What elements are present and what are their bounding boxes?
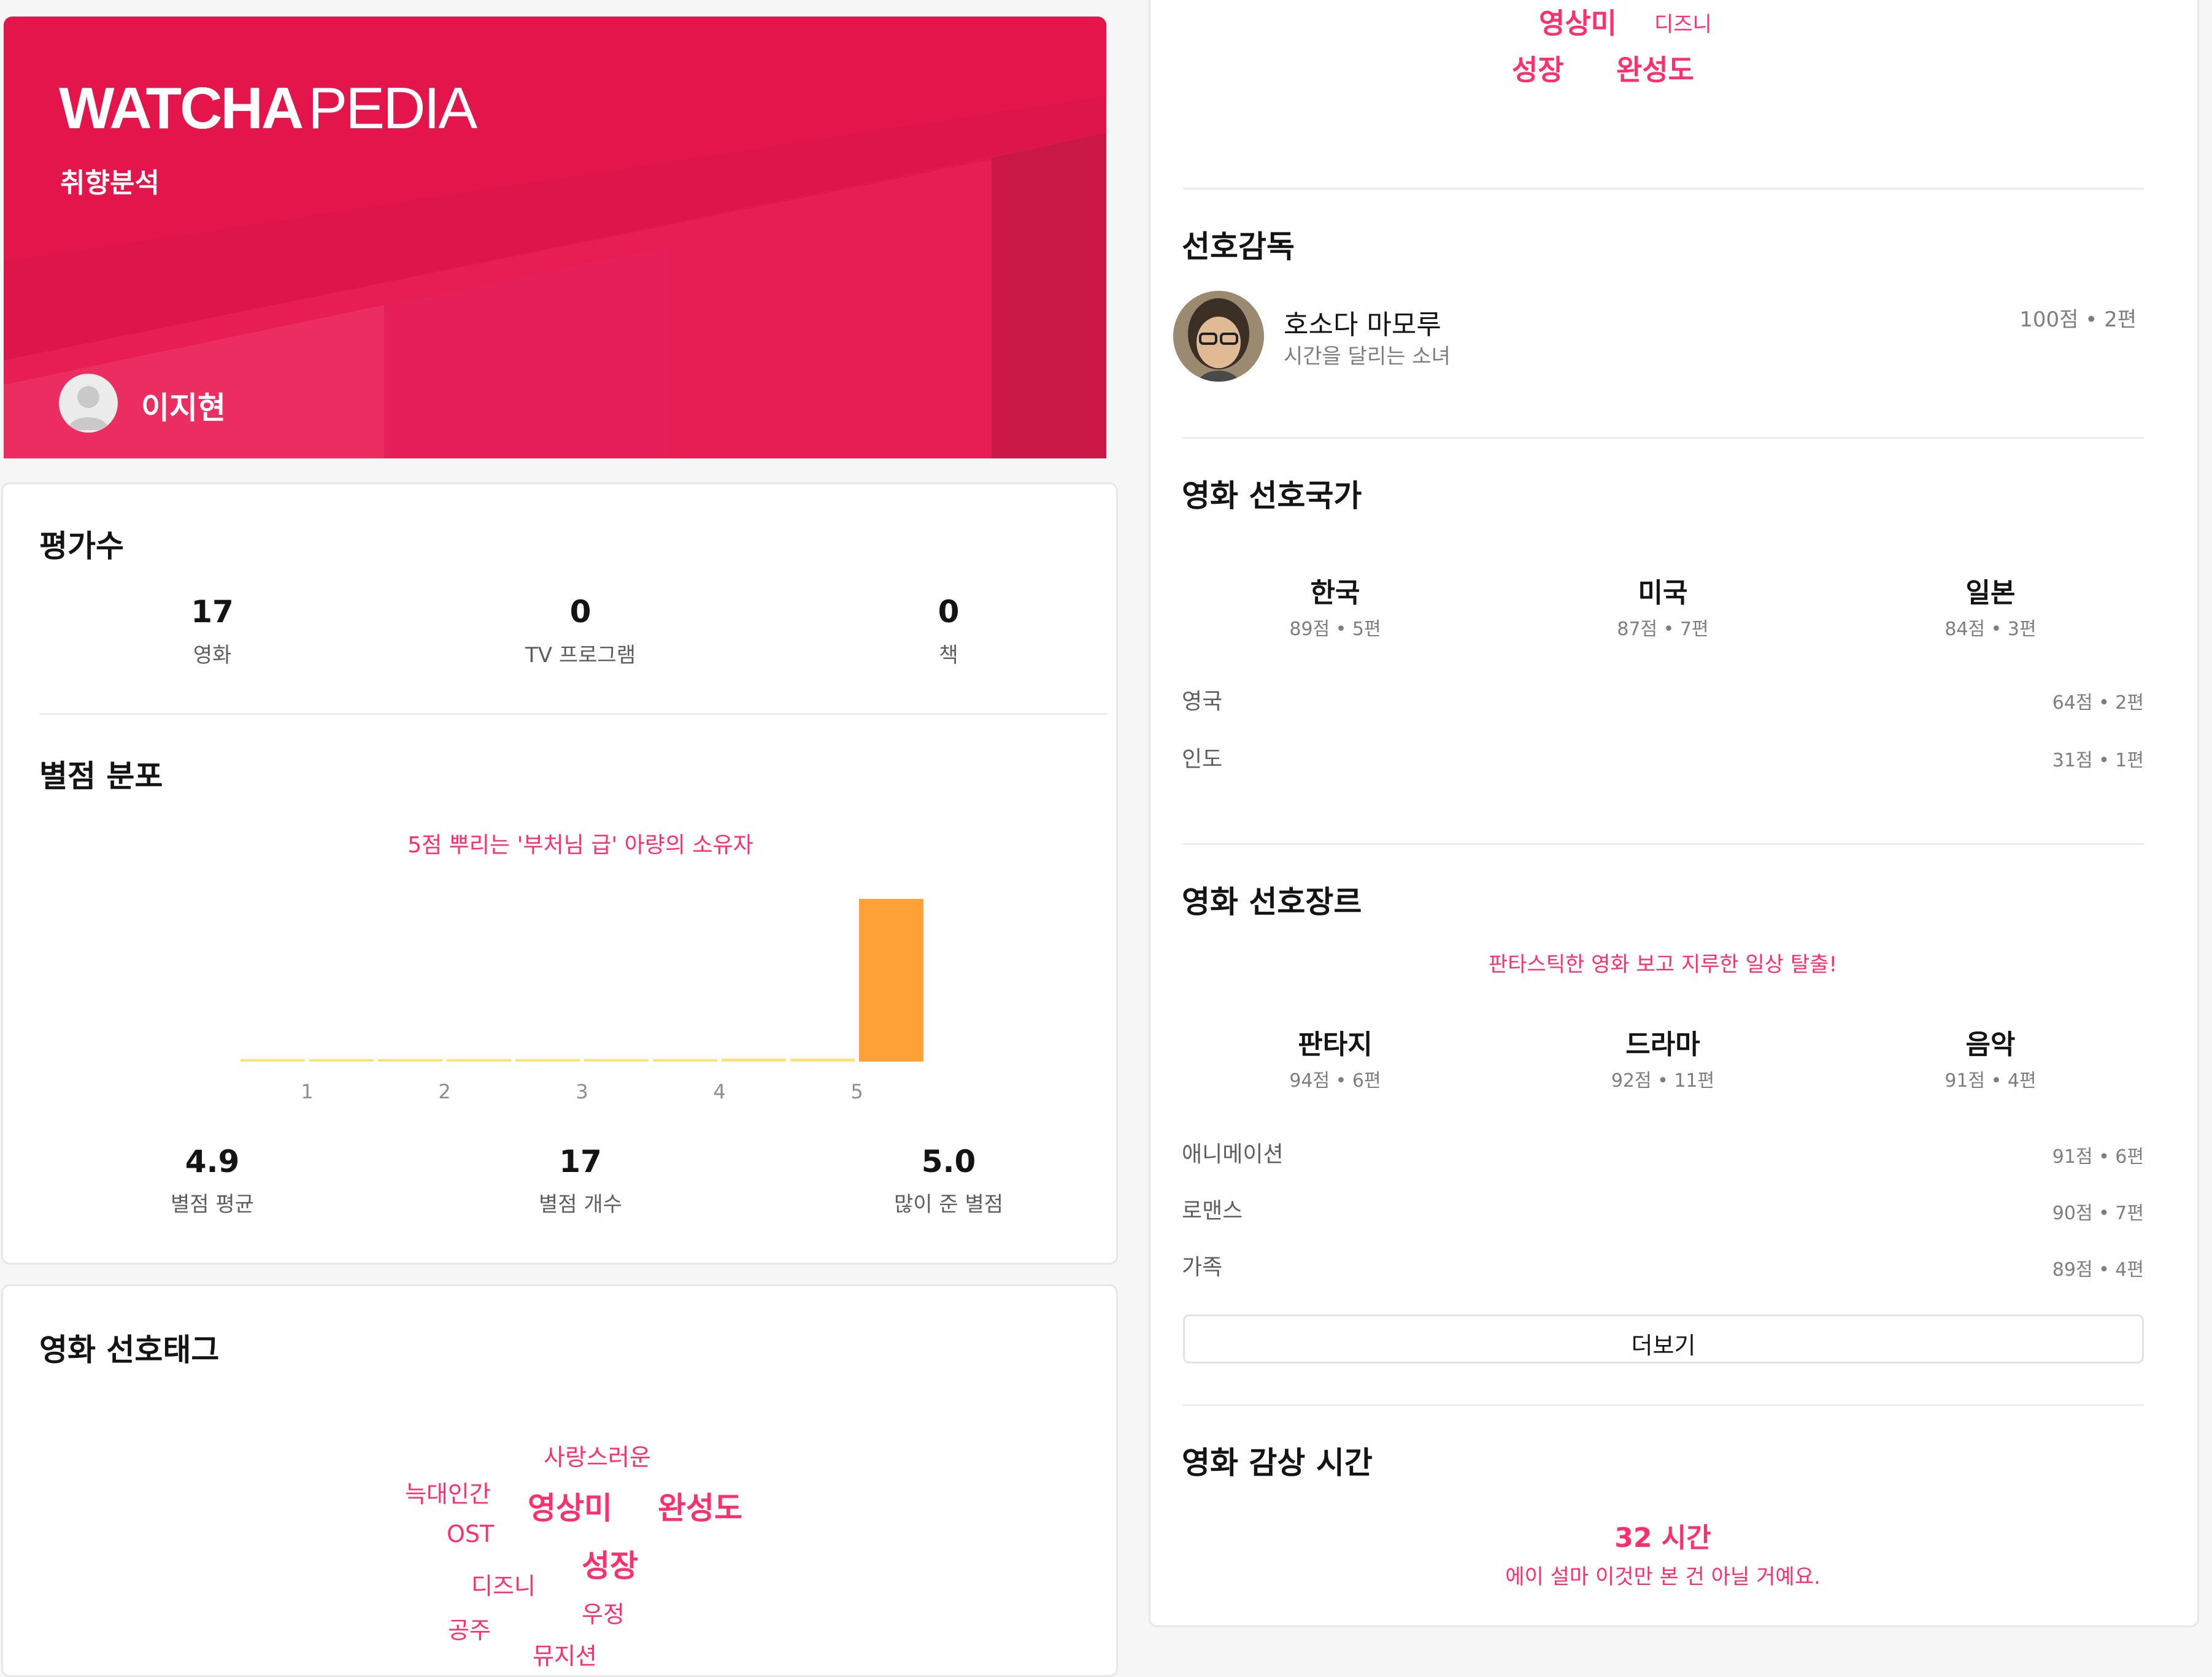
genre-top-stat: 91점 • 4편	[1944, 1070, 2037, 1092]
rating-count-movie-label: 영화	[193, 643, 232, 668]
country-top-name[interactable]: 한국	[1212, 571, 1458, 610]
chart-bar-4.5	[790, 1058, 855, 1062]
genre-top-name[interactable]: 판타지	[1212, 1022, 1458, 1062]
detail-card	[1149, 0, 2199, 1627]
tag-item[interactable]: 성장	[1512, 48, 1564, 88]
genre-top-name[interactable]: 드라마	[1540, 1022, 1786, 1062]
star-average-label: 별점 평균	[171, 1192, 254, 1217]
countries-title: 영화 선호국가	[1182, 478, 1362, 514]
tag-item[interactable]: 공주	[448, 1611, 491, 1645]
country-top-stat: 87점 • 7편	[1617, 619, 1709, 640]
divider	[1183, 437, 2144, 439]
chart-bar-4	[722, 1058, 786, 1062]
divider	[1183, 1404, 2144, 1406]
divider	[1183, 188, 2144, 190]
chart-bar-2.5	[515, 1059, 580, 1062]
page-subtitle: 취향분석	[60, 168, 160, 199]
tags-title: 영화 선호태그	[39, 1332, 220, 1368]
genre-top-stat: 92점 • 11편	[1611, 1070, 1715, 1092]
star-average-value: 4.9	[185, 1144, 240, 1179]
chart-tick-label: 5	[850, 1080, 863, 1103]
header-banner: WATCHA PEDIA 취향분석 이지현	[4, 17, 1106, 458]
tag-item[interactable]: 디즈니	[1654, 7, 1712, 37]
chart-bar-3.5	[653, 1059, 717, 1062]
tag-item[interactable]: 디즈니	[471, 1567, 536, 1601]
genre-row-stat: 90점 • 7편	[2052, 1203, 2144, 1224]
tag-item[interactable]: 영상미	[528, 1484, 612, 1528]
tag-item[interactable]: 완성도	[1616, 48, 1694, 88]
tag-item[interactable]: 완성도	[658, 1484, 742, 1528]
genre-row-stat: 91점 • 6편	[2052, 1146, 2144, 1168]
user-avatar-icon[interactable]	[59, 374, 118, 433]
watch-time-value: 32 시간	[1614, 1522, 1711, 1554]
chart-bar-3	[584, 1059, 649, 1062]
watch-time-comment: 에이 설마 이것만 본 건 아닐 거예요.	[1505, 1565, 1821, 1589]
brand-logo-watcha: WATCHA	[59, 75, 304, 141]
tag-item[interactable]: 영상미	[1539, 1, 1617, 42]
rating-count-tv-label: TV 프로그램	[525, 643, 636, 668]
tag-item[interactable]: 뮤지션	[533, 1637, 597, 1671]
country-top-stat: 89점 • 5편	[1289, 619, 1381, 640]
genre-row-stat: 89점 • 4편	[2052, 1259, 2144, 1281]
tag-item[interactable]: 우정	[582, 1595, 625, 1629]
star-count-value: 17	[559, 1144, 602, 1179]
divider	[1183, 843, 2144, 845]
country-top-name[interactable]: 일본	[1868, 571, 2113, 610]
director-avatar[interactable]	[1173, 291, 1264, 382]
country-row-name[interactable]: 영국	[1182, 684, 1222, 715]
genre-top-name[interactable]: 음악	[1868, 1022, 2113, 1062]
most-given-star-label: 많이 준 별점	[893, 1192, 1003, 1217]
tag-item[interactable]: OST	[447, 1521, 494, 1548]
genres-comment: 판타스틱한 영화 보고 지루한 일상 탈출!	[1488, 952, 1838, 977]
genre-row-name[interactable]: 가족	[1182, 1249, 1222, 1281]
country-row-name[interactable]: 인도	[1182, 741, 1222, 773]
country-row-stat: 64점 • 2편	[2052, 692, 2144, 714]
rating-count-book-label: 책	[939, 643, 958, 668]
genre-row-name[interactable]: 로맨스	[1182, 1193, 1243, 1225]
tag-item[interactable]: 늑대인간	[405, 1475, 491, 1509]
director-title: 선호감독	[1182, 229, 1295, 264]
rating-count-book-value[interactable]: 0	[795, 594, 1102, 630]
chart-bar-1	[309, 1059, 374, 1062]
tag-item[interactable]: 사랑스러운	[544, 1438, 651, 1472]
user-name[interactable]: 이지현	[141, 384, 226, 428]
watch-time-title: 영화 감상 시간	[1182, 1445, 1373, 1481]
chart-bar-5	[859, 899, 923, 1062]
brand-logo-pedia: PEDIA	[308, 75, 477, 141]
country-row-stat: 31점 • 1편	[2052, 750, 2144, 771]
more-button-label: 더보기	[1631, 1332, 1696, 1359]
chart-tick-label: 3	[576, 1080, 588, 1103]
star-distribution-title: 별점 분포	[39, 758, 163, 794]
chart-tick-label: 2	[438, 1080, 450, 1103]
genre-top-stat: 94점 • 6편	[1289, 1070, 1381, 1092]
chart-bar-0.5	[241, 1059, 305, 1062]
brand-logo[interactable]: WATCHA PEDIA	[59, 75, 477, 142]
rating-count-movie-value[interactable]: 17	[59, 594, 366, 630]
star-count-label: 별점 개수	[539, 1192, 622, 1217]
director-work: 시간을 달리는 소녀	[1284, 344, 1451, 369]
director-stat: 100점 • 2편	[2019, 307, 2137, 332]
genre-row-name[interactable]: 애니메이션	[1182, 1136, 1284, 1168]
star-distribution-chart: 1 2 3 4 5	[241, 899, 923, 1103]
country-top-name[interactable]: 미국	[1540, 571, 1786, 610]
country-top-stat: 84점 • 3편	[1944, 619, 2037, 640]
ratings-count-title: 평가수	[39, 528, 124, 564]
chart-tick-label: 4	[713, 1080, 725, 1103]
more-button[interactable]: 더보기	[1183, 1314, 2144, 1363]
genres-title: 영화 선호장르	[1182, 884, 1362, 920]
chart-bar-1.5	[378, 1059, 442, 1062]
tag-item[interactable]: 성장	[582, 1541, 638, 1586]
rating-count-tv-value[interactable]: 0	[427, 594, 734, 630]
chart-bar-2	[447, 1059, 511, 1062]
divider	[39, 713, 1107, 715]
most-given-star-value: 5.0	[921, 1144, 976, 1179]
star-distribution-comment: 5점 뿌리는 '부처님 급' 아량의 소유자	[407, 833, 753, 858]
chart-tick-label: 1	[301, 1080, 313, 1103]
